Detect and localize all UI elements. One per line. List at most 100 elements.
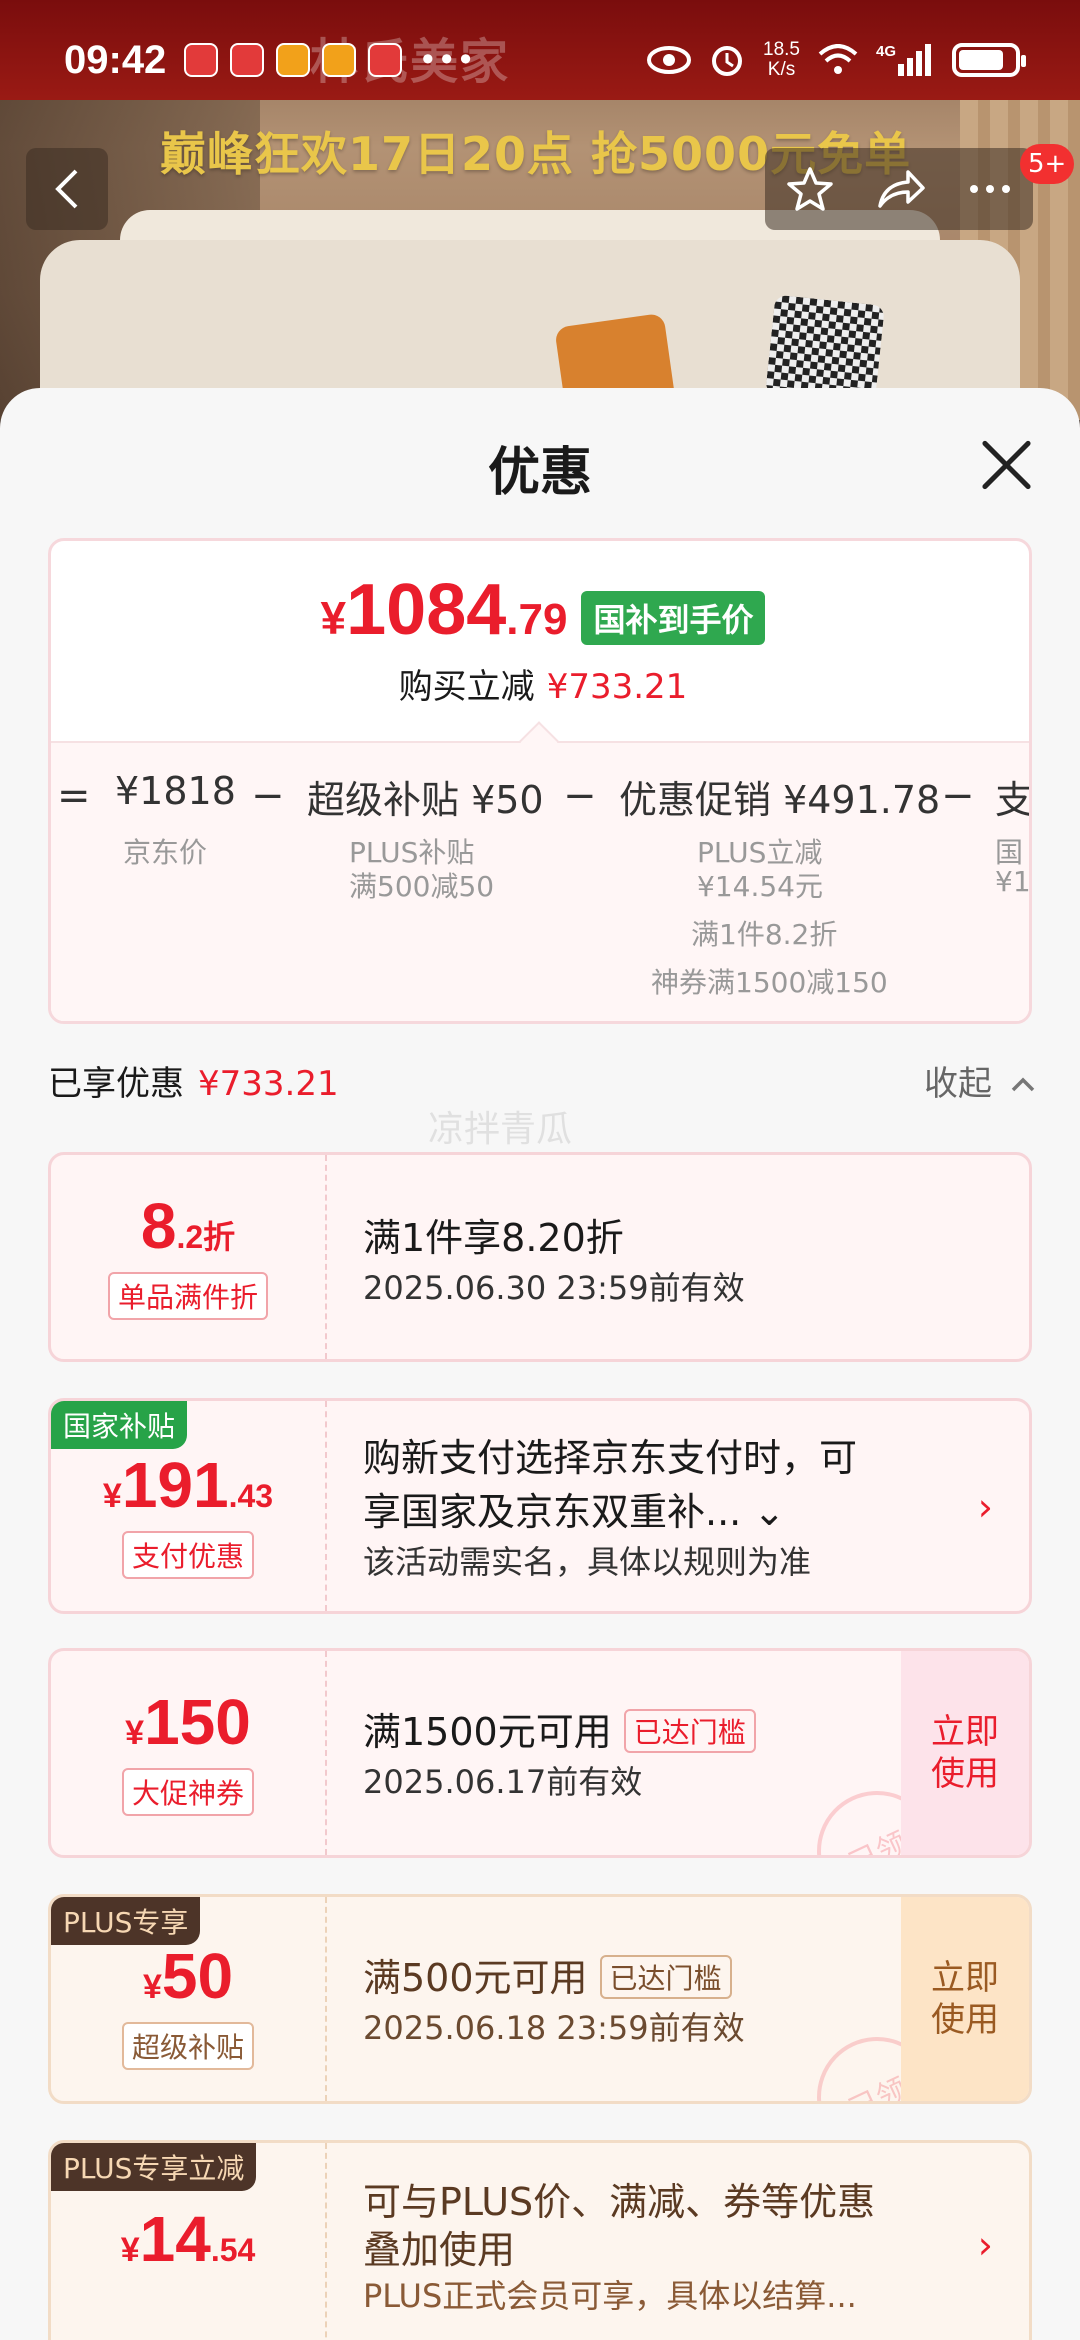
coupon-title-line[interactable]: 享国家及京东双重补... ⌄ — [363, 1481, 785, 1536]
notification-app-icon — [368, 43, 403, 77]
network-type: 4G — [876, 43, 896, 60]
subsidy-price-tag: 国补到手价 — [581, 591, 766, 645]
star-icon[interactable] — [786, 166, 834, 212]
coupon-card[interactable]: PLUS专享立减 ¥14.54 可与PLUS价、满减、券等优惠 叠加使用 PLU… — [48, 2140, 1032, 2340]
chevron-right-icon[interactable]: › — [978, 2223, 993, 2267]
coupon-note: PLUS正式会员可享，具体以结算... — [363, 2277, 857, 2315]
coupon-card[interactable]: ¥150 大促神券 满1500元可用 已达门槛 2025.06.17前有效 已领 … — [48, 1648, 1032, 1858]
coupon-value: ¥191.43 — [103, 1453, 273, 1517]
coupon-value-area: 8.2折 单品满件折 — [51, 1155, 325, 1359]
enjoyed-label: 已享优惠 — [48, 1064, 184, 1104]
breakdown-sub: 京东价 — [123, 836, 208, 869]
coupon-title: 满1500元可用 已达门槛 — [363, 1701, 756, 1757]
price-breakdown[interactable]: = ¥1818 京东价 − 超级补贴 ¥50 PLUS补贴 满500减50 − … — [51, 769, 1032, 1019]
coupon-divider — [325, 2143, 327, 2340]
coupon-value-main: 50 — [161, 1940, 234, 2012]
user-watermark: 凉拌青瓜 — [428, 1109, 573, 1150]
coupon-type-chip: 单品满件折 — [107, 1272, 268, 1320]
coupon-card[interactable]: PLUS专享 ¥50 超级补贴 满500元可用 已达门槛 2025.06.18 2… — [48, 1894, 1032, 2104]
coupon-card[interactable]: 8.2折 单品满件折 满1件享8.20折 2025.06.30 23:59前有效 — [48, 1152, 1032, 1362]
reduction-amount: ¥733.21 — [546, 667, 688, 707]
top-action-group — [765, 148, 1033, 230]
breakdown-super-subsidy: 超级补贴 ¥50 — [307, 778, 544, 822]
coupon-currency: ¥ — [120, 2231, 140, 2269]
sheet-title: 优惠 — [487, 443, 592, 503]
coupon-value-area: ¥50 超级补贴 — [51, 1897, 325, 2101]
more-icon[interactable] — [968, 184, 1012, 194]
reduction-label: 购买立减 — [398, 667, 535, 707]
coupon-validity: 2025.06.18 23:59前有效 — [363, 2009, 745, 2047]
share-icon[interactable] — [876, 168, 926, 210]
coupon-value: ¥150 — [125, 1690, 251, 1754]
final-price-row: ¥1084.79 国补到手价 — [51, 569, 1029, 651]
use-now-label: 立即使用 — [931, 1958, 999, 2040]
coupon-validity: 2025.06.30 23:59前有效 — [363, 1269, 745, 1307]
threshold-badge: 已达门槛 — [599, 1954, 732, 1999]
eye-icon — [647, 46, 692, 74]
breakdown-sub: 满500减50 — [349, 870, 495, 903]
use-now-button[interactable]: 立即使用 — [901, 1897, 1029, 2101]
cellular-signal-icon: 4G — [876, 43, 931, 76]
status-time: 09:42 — [64, 37, 167, 82]
coupon-card[interactable]: 国家补贴 ¥191.43 支付优惠 购新支付选择京东支付时，可 享国家及京东双重… — [48, 1398, 1032, 1614]
notification-app-icon — [276, 43, 311, 77]
chevron-up-icon — [1011, 1077, 1035, 1092]
enjoyed-amount: ¥733.21 — [198, 1064, 339, 1104]
notification-app-icon — [322, 43, 357, 77]
breakdown-sub: 神券满1500减150 — [651, 966, 888, 999]
coupon-value: ¥14.54 — [121, 2207, 256, 2271]
breakdown-operator: = — [57, 773, 91, 819]
price-decimal: .79 — [506, 595, 568, 644]
breakdown-sub: 满1件8.2折 — [691, 918, 838, 951]
alarm-icon — [712, 46, 743, 76]
coupon-title-line: 可与PLUS价、满减、券等优惠 — [363, 2180, 876, 2224]
coupon-currency: ¥ — [142, 1968, 162, 2006]
coupon-value-main: 191 — [121, 1449, 229, 1521]
collapse-label: 收起 — [924, 1064, 992, 1104]
price-currency: ¥ — [320, 592, 347, 644]
back-button[interactable] — [26, 148, 108, 230]
purchase-reduction-row: 购买立减 ¥733.21 — [51, 659, 1029, 708]
coupon-title: 满1件享8.20折 — [363, 1216, 624, 1260]
coupon-title-line: 购新支付选择京东支付时，可 — [363, 1436, 858, 1480]
status-bar: 09:42 ••• 18.5 K/s 4G — [0, 0, 1080, 120]
coupon-type-chip: 支付优惠 — [121, 1531, 254, 1579]
coupon-type-chip: 大促神券 — [121, 1768, 254, 1816]
price-summary-card: ¥1084.79 国补到手价 购买立减 ¥733.21 = ¥1818 京东价 −… — [48, 538, 1032, 1024]
breakdown-promotion: 优惠促销 ¥491.78 — [619, 778, 941, 822]
coupon-currency: ¥ — [102, 1477, 122, 1515]
breakdown-sub: ¥1 — [995, 865, 1031, 898]
coupon-value-area: ¥150 大促神券 — [51, 1651, 325, 1855]
coupon-value-main: 14 — [139, 2203, 211, 2275]
chevron-right-icon[interactable]: › — [978, 1485, 993, 1529]
coupon-title-text: 满1500元可用 — [363, 1710, 612, 1754]
breakdown-jd-price: ¥1818 — [115, 769, 236, 813]
notification-app-icon — [184, 43, 219, 77]
battery-icon — [952, 43, 1026, 77]
coupon-value-fraction: .43 — [228, 1478, 274, 1514]
coupon-note: 该活动需实名，具体以规则为准 — [363, 1543, 812, 1581]
more-notifications-icon: ••• — [418, 41, 475, 79]
close-icon[interactable] — [976, 434, 1036, 494]
coupon-divider — [325, 1897, 327, 2101]
coupon-divider — [325, 1155, 327, 1359]
breakdown-payment: 支 — [995, 778, 1032, 822]
coupon-title-line: 叠加使用 — [363, 2228, 516, 2272]
cart-count-badge: 5+ — [1020, 144, 1075, 184]
coupon-type-chip: 超级补贴 — [121, 2022, 254, 2070]
final-price: ¥1084.79 — [321, 569, 568, 651]
coupon-currency: ¥ — [125, 1714, 145, 1752]
breakdown-operator: − — [941, 773, 975, 819]
chevron-left-icon — [55, 169, 78, 209]
coupon-title-text: 满500元可用 — [363, 1956, 588, 2000]
coupon-divider — [325, 1651, 327, 1855]
discount-sheet: 优惠 ¥1084.79 国补到手价 购买立减 ¥733.21 = ¥1818 京东… — [0, 388, 1080, 2340]
coupon-value-main: 150 — [144, 1686, 251, 1758]
use-now-button[interactable]: 立即使用 — [901, 1651, 1029, 1855]
wifi-icon — [818, 44, 858, 74]
collapse-button[interactable]: 收起 — [924, 1056, 1037, 1105]
coupon-title: 满500元可用 已达门槛 — [363, 1947, 732, 2003]
coupon-value-fraction: .2折 — [176, 1219, 236, 1255]
breakdown-operator: − — [563, 773, 597, 819]
network-speed: 18.5 K/s — [763, 40, 800, 80]
